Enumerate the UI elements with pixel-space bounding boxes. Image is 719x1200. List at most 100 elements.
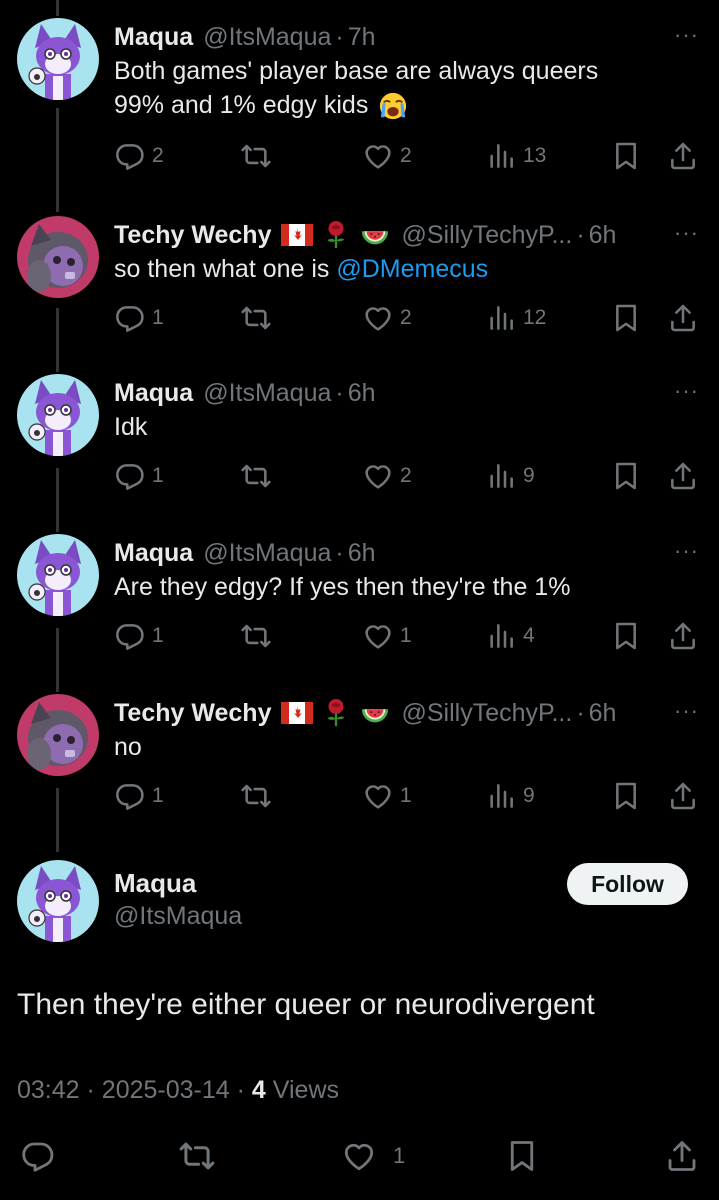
reply-button[interactable]: 1 [114,778,164,814]
reply-count: 1 [152,784,164,807]
mention-link[interactable]: @DMemecus [336,255,488,283]
timestamp[interactable]: 6h [348,539,376,568]
views-button[interactable]: 9 [485,458,535,494]
user-handle[interactable]: @SillyTechyP... [401,699,572,728]
timestamp[interactable]: 7h [348,23,376,52]
tweet-actions: 1 2 12 [0,300,719,336]
tweet-header: Maqua @ItsMaqua · 6h [114,534,376,572]
reply-button[interactable] [20,1136,56,1176]
bookmark-button[interactable] [610,138,642,174]
repost-button[interactable] [240,458,272,494]
separator: · [576,220,585,249]
repost-button[interactable] [178,1136,216,1176]
view-count: 9 [523,784,535,807]
views-button[interactable]: 4 [485,618,535,654]
reply-tweet[interactable]: Techy Wechy @SillyTechyP... · 6h ··· no … [0,694,719,834]
user-handle[interactable]: @ItsMaqua [203,539,331,568]
reply-icon [20,1138,56,1174]
display-name[interactable]: Maqua [114,23,193,52]
avatar[interactable] [17,534,99,616]
like-button[interactable]: 1 [362,778,412,814]
like-count: 1 [393,1143,406,1168]
tweet-actions: 1 1 9 [0,778,719,814]
user-handle[interactable]: @ItsMaqua [203,379,331,408]
heart-icon [362,302,394,334]
views-button[interactable]: 12 [485,300,546,336]
views-button[interactable]: 13 [485,138,546,174]
heart-icon [362,620,394,652]
share-button[interactable] [664,1136,700,1176]
display-name[interactable]: Maqua [114,379,193,408]
share-button[interactable] [667,458,699,494]
like-button[interactable]: 2 [362,300,412,336]
reply-tweet[interactable]: Maqua @ItsMaqua · 6h ··· Idk 1 2 9 [0,374,719,514]
reply-button[interactable]: 1 [114,458,164,494]
more-options-icon[interactable]: ··· [674,220,699,246]
heart-icon [362,780,394,812]
avatar[interactable] [17,374,99,456]
watermelon-icon [359,698,391,728]
like-button[interactable]: 2 [362,138,412,174]
share-button[interactable] [667,138,699,174]
like-button[interactable]: 2 [362,458,412,494]
more-options-icon[interactable]: ··· [674,698,699,724]
display-name[interactable]: Techy Wechy [114,699,271,728]
avatar[interactable] [17,860,99,942]
share-icon [667,620,699,652]
bookmark-button[interactable] [610,300,642,336]
follow-button[interactable]: Follow [567,863,688,905]
reply-tweet[interactable]: Techy Wechy @SillyTechyP... · 6h ··· so … [0,216,719,356]
heart-icon [362,140,394,172]
repost-button[interactable] [240,778,272,814]
user-handle[interactable]: @ItsMaqua [203,23,331,52]
repost-button[interactable] [240,618,272,654]
view-count: 9 [523,464,535,487]
timestamp[interactable]: 6h [348,379,376,408]
reply-count: 1 [152,306,164,329]
heart-icon [362,460,394,492]
reply-tweet[interactable]: Maqua @ItsMaqua · 6h ··· Are they edgy? … [0,534,719,674]
avatar[interactable] [17,694,99,776]
display-name[interactable]: Maqua [114,539,193,568]
views-button[interactable]: 9 [485,778,535,814]
bookmark-button[interactable] [610,618,642,654]
tweet-actions: 2 2 13 [0,138,719,174]
reply-button[interactable]: 2 [114,138,164,174]
timestamp[interactable]: 6h [589,221,617,250]
more-options-icon[interactable]: ··· [674,538,699,564]
share-button[interactable] [667,778,699,814]
bookmark-icon [504,1138,540,1174]
like-count: 1 [400,624,412,647]
bookmark-icon [610,302,642,334]
share-button[interactable] [667,300,699,336]
more-options-icon[interactable]: ··· [674,22,699,48]
views-icon [485,620,517,652]
user-handle[interactable]: @ItsMaqua [114,902,242,931]
reply-button[interactable]: 1 [114,618,164,654]
share-icon [667,140,699,172]
canada-flag-icon [281,224,313,246]
repost-button[interactable] [240,138,272,174]
more-options-icon[interactable]: ··· [674,378,699,404]
share-button[interactable] [667,618,699,654]
views-icon [485,460,517,492]
post-time[interactable]: 03:42 [17,1076,80,1104]
display-name[interactable]: Maqua [114,868,196,899]
like-button[interactable]: 1 [362,618,412,654]
reply-button[interactable]: 1 [114,300,164,336]
bookmark-button[interactable] [610,458,642,494]
reply-icon [114,460,146,492]
like-button[interactable]: 1 [341,1136,405,1176]
display-name[interactable]: Techy Wechy [114,221,271,250]
avatar[interactable] [17,216,99,298]
reply-icon [114,620,146,652]
bookmark-button[interactable] [610,778,642,814]
reply-tweet[interactable]: Maqua @ItsMaqua · 7h ··· Both games' pla… [0,18,719,188]
bookmark-button[interactable] [504,1136,540,1176]
repost-button[interactable] [240,300,272,336]
user-handle[interactable]: @SillyTechyP... [401,221,572,250]
timestamp[interactable]: 6h [589,699,617,728]
post-date[interactable]: 2025-03-14 [102,1076,230,1104]
avatar[interactable] [17,18,99,100]
repost-icon [240,780,272,812]
